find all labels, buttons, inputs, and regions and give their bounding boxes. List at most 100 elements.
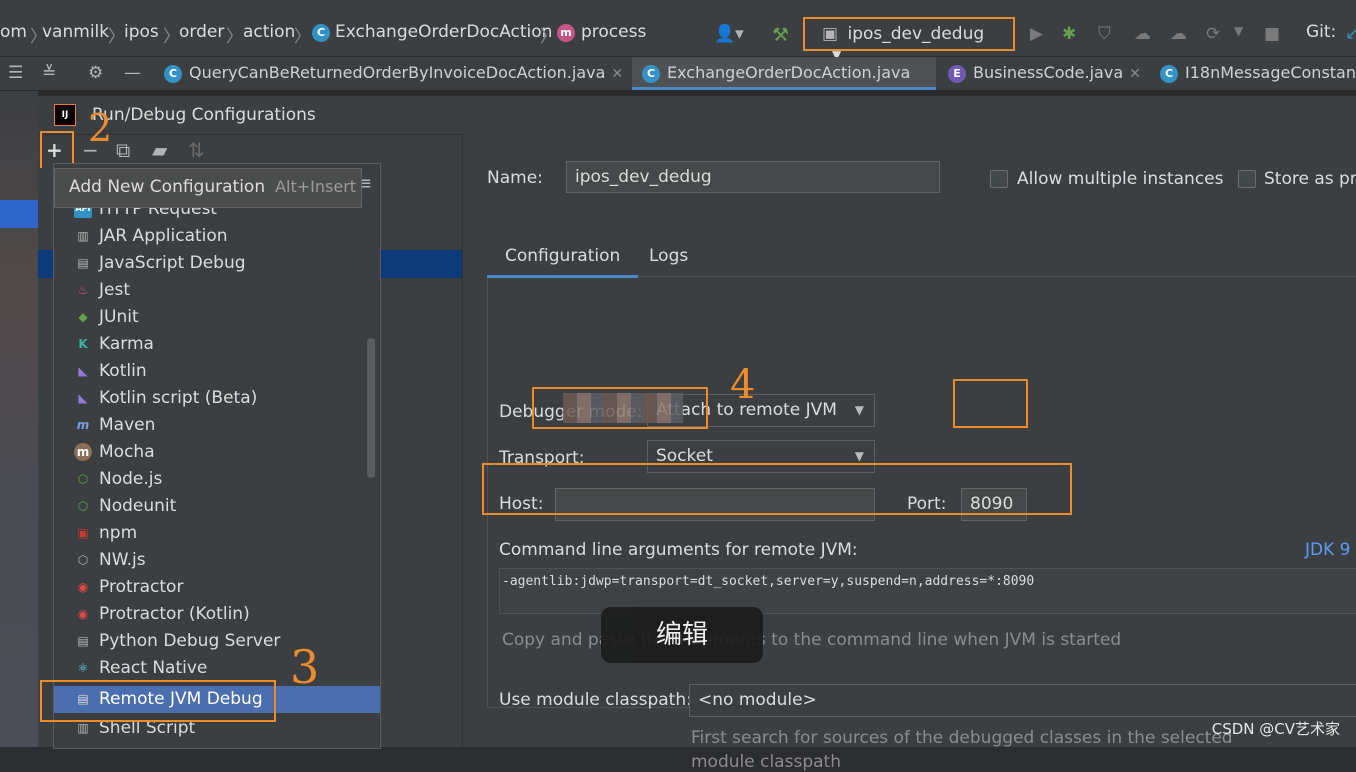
list-item-label: Karma — [99, 334, 154, 354]
list-item-label: Mocha — [99, 442, 155, 462]
class-icon: C — [312, 24, 330, 42]
stop-icon[interactable]: ■ — [1264, 24, 1280, 44]
list-item-label: JAR Application — [99, 226, 228, 246]
tooltip-shortcut: Alt+Insert — [275, 177, 357, 196]
run-config-label: ipos_dev_dedug — [847, 24, 985, 44]
list-item-label: React Native — [99, 658, 208, 678]
cmd-args-highlight — [482, 463, 1072, 515]
close-icon[interactable]: ✕ — [611, 66, 623, 82]
user-icon[interactable]: 👤▾ — [714, 24, 744, 44]
copy-configuration-button[interactable]: ⧉ — [116, 138, 130, 162]
module-hint-line2: module classpath — [691, 752, 841, 772]
list-item[interactable]: ◣ Kotlin script (Beta) — [54, 385, 380, 412]
module-hint-line1: First search for sources of the debugged… — [691, 728, 1233, 748]
breadcrumb-item[interactable]: vanmilk — [42, 22, 109, 42]
cmd-args-hint: Copy and paste the arguments to the comm… — [502, 630, 1122, 650]
list-item-label: Maven — [99, 415, 156, 435]
allow-multiple-checkbox[interactable] — [990, 170, 1008, 188]
nodeunit-icon: ⬡ — [77, 499, 89, 513]
list-item[interactable]: ▤ Python Debug Server — [54, 628, 380, 655]
kotlin-icon: ◣ — [78, 391, 88, 405]
annotation-number: 3 — [290, 640, 320, 694]
gear-icon[interactable]: ⚙ — [88, 63, 103, 83]
list-item-label: Node.js — [99, 469, 163, 489]
list-item[interactable]: ◉ Protractor — [54, 574, 380, 601]
debug-bug-icon[interactable]: ✱ — [1062, 24, 1076, 44]
folder-icon[interactable]: ▰ — [152, 138, 167, 162]
run-icon[interactable]: ▶ — [1030, 24, 1043, 44]
close-icon[interactable]: ✕ — [1129, 66, 1141, 82]
collapse-all-icon[interactable]: ≚ — [42, 63, 56, 83]
list-item-label: NW.js — [99, 550, 146, 570]
breadcrumb-item[interactable]: ipos — [124, 22, 159, 42]
breadcrumb-item[interactable]: ExchangeOrderDocAction — [335, 22, 552, 42]
build-hammer-icon[interactable]: ⚒ — [772, 24, 789, 46]
port-field-highlight — [953, 379, 1028, 428]
list-item[interactable]: ⚛ React Native — [54, 655, 380, 682]
npm-icon: ▣ — [77, 526, 89, 540]
junit-icon: ◆ — [78, 310, 88, 324]
attach-icon[interactable]: ⟳ — [1206, 24, 1220, 44]
breadcrumb-item[interactable]: order — [179, 22, 224, 42]
tab-logs[interactable]: Logs — [649, 246, 688, 266]
list-item[interactable]: ⬡ Nodeunit — [54, 493, 380, 520]
list-item[interactable]: ♨ Jest — [54, 277, 380, 304]
cmd-args-label: Command line arguments for remote JVM: — [499, 540, 858, 560]
list-item[interactable]: ⬡ Node.js — [54, 466, 380, 493]
list-item[interactable]: ◣ Kotlin — [54, 358, 380, 385]
tab-exchange-order-doc-action[interactable]: C ExchangeOrderDocAction.java — [632, 57, 936, 90]
tab-query-can-be-returned[interactable]: C QueryCanBeReturnedOrderByInvoiceDocActi… — [164, 57, 630, 90]
project-panel-selection — [0, 200, 38, 228]
list-item[interactable]: K Karma — [54, 331, 380, 358]
annotation-number: 2 — [88, 106, 113, 150]
tab-configuration[interactable]: Configuration — [487, 246, 639, 278]
module-classpath-label: Use module classpath: — [499, 690, 692, 710]
breadcrumb-item[interactable]: action — [243, 22, 295, 42]
list-item[interactable]: m Mocha — [54, 439, 380, 466]
watermark: CSDN @CV艺术家 — [1211, 720, 1340, 738]
profile-icon-2[interactable]: ☁ — [1170, 24, 1187, 44]
mocha-icon: m — [74, 443, 92, 461]
python-icon: ▤ — [77, 634, 89, 648]
coverage-icon[interactable]: ⛉ — [1098, 24, 1111, 44]
karma-icon: K — [78, 337, 88, 351]
method-icon: m — [557, 24, 575, 42]
tab-label: BusinessCode.java — [973, 63, 1124, 82]
list-item[interactable]: ◉ Protractor (Kotlin) — [54, 601, 380, 628]
configuration-editor: Name: ipos_dev_dedug Allow multiple inst… — [462, 134, 1356, 772]
annotation-number: 4 — [730, 362, 756, 408]
nwjs-icon: ⬡ — [77, 553, 89, 567]
list-item-label: npm — [99, 523, 138, 543]
list-item[interactable]: ◆ JUnit — [54, 304, 380, 331]
list-item-label: JUnit — [99, 307, 139, 327]
tab-business-code[interactable]: E BusinessCode.java ✕ — [948, 57, 1148, 90]
breadcrumb-item[interactable]: process — [581, 22, 646, 42]
run-config-selector[interactable]: ▣ ipos_dev_dedug ▼ — [822, 24, 1007, 62]
host-field-highlight — [532, 387, 708, 429]
sort-icon[interactable]: ⇅ — [188, 138, 205, 162]
popup-scrollbar[interactable] — [367, 338, 375, 478]
name-field[interactable]: ipos_dev_dedug — [566, 161, 940, 193]
tab-label: ExchangeOrderDocAction.java — [667, 63, 911, 82]
minimize-icon[interactable]: — — [124, 63, 141, 83]
chevron-down-icon[interactable]: ▼ — [1234, 24, 1243, 38]
expand-all-icon[interactable]: ☰ — [8, 63, 23, 83]
store-as-project-checkbox[interactable] — [1238, 170, 1256, 188]
breadcrumb-item[interactable]: om — [0, 22, 27, 42]
add-configuration-tooltip: Add New Configuration Alt+Insert — [54, 168, 362, 208]
add-configuration-popup: API HTTP Request ▥ JAR Application ▤ JavaSc… — [53, 163, 381, 749]
jdk-version-link[interactable]: JDK 9 c — [1305, 540, 1356, 560]
editor-tabs: ☰ ≚ ⚙ — C QueryCanBeReturnedOrderByInvoic… — [0, 57, 1356, 91]
list-item[interactable]: ▣ npm — [54, 520, 380, 547]
list-item[interactable]: ⬡ NW.js — [54, 547, 380, 574]
list-item[interactable]: ▥ JAR Application — [54, 223, 380, 250]
module-classpath-select[interactable]: <no module> — [689, 684, 1356, 717]
chevron-down-icon: ▼ — [854, 403, 864, 417]
list-item-label: Protractor — [99, 577, 184, 597]
tab-label: QueryCanBeReturnedOrderByInvoiceDocActio… — [189, 63, 606, 82]
tab-i18n-message-constant[interactable]: C I18nMessageConstant — [1160, 57, 1356, 90]
git-update-icon[interactable]: ↙ — [1345, 24, 1356, 44]
profile-icon[interactable]: ☁ — [1134, 24, 1151, 44]
list-item[interactable]: m Maven — [54, 412, 380, 439]
list-item[interactable]: ▤ JavaScript Debug — [54, 250, 380, 277]
